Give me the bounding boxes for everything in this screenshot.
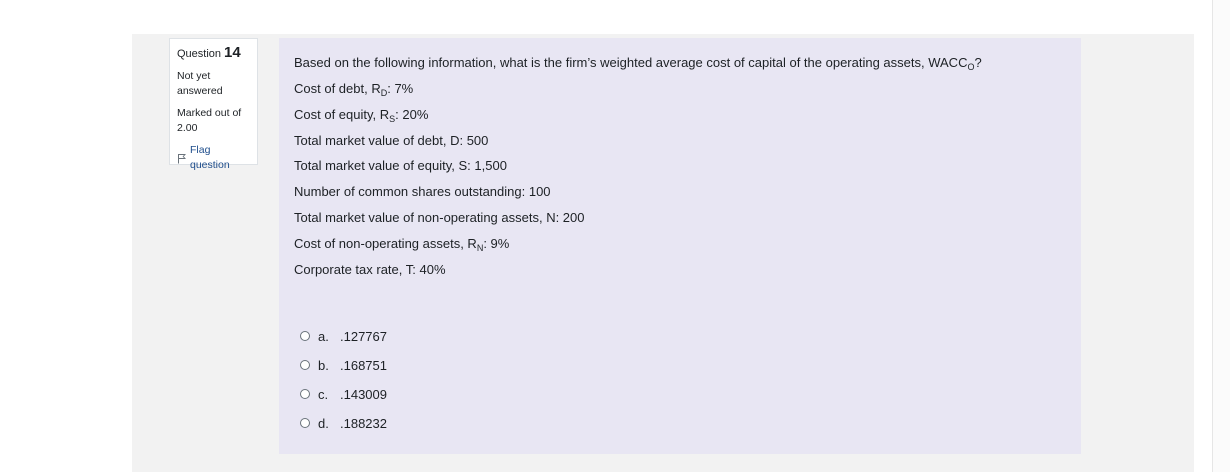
answer-option-d[interactable]: d. .188232 — [300, 415, 387, 431]
question-number-value: 14 — [224, 44, 241, 61]
radio-button-b[interactable] — [300, 360, 310, 370]
info-line-shares-outstanding: Number of common shares outstanding: 100 — [294, 184, 1081, 200]
info-line-market-value-debt: Total market value of debt, D: 500 — [294, 133, 1081, 149]
info-line-suffix: : 9% — [483, 235, 510, 251]
answer-option-c[interactable]: c. .143009 — [300, 386, 387, 402]
answer-option-b[interactable]: b. .168751 — [300, 357, 387, 373]
info-line-cost-non-operating: Cost of non-operating assets, RN: 9% — [294, 235, 1081, 253]
question-text-main: Based on the following information, what… — [294, 55, 968, 70]
info-line-text: Number of common shares outstanding: 100 — [294, 184, 551, 200]
radio-button-c[interactable] — [300, 389, 310, 399]
question-state: Not yet answered — [177, 69, 251, 99]
answer-value[interactable]: .168751 — [340, 358, 387, 373]
answer-options: a. .127767 b. .168751 c. .143009 d. .188… — [300, 328, 387, 444]
answer-value[interactable]: .127767 — [340, 329, 387, 344]
state-line-1: Not yet — [177, 70, 211, 82]
info-line-cost-of-equity: Cost of equity, RS: 20% — [294, 106, 1081, 124]
info-line-suffix: : 20% — [395, 106, 429, 122]
question-grade: Marked out of 2.00 — [177, 106, 251, 136]
info-line-text: Cost of non-operating assets, R — [294, 235, 477, 251]
grade-line-1: Marked out of — [177, 107, 242, 119]
question-label: Question — [177, 48, 222, 60]
answer-letter: b. — [318, 357, 329, 373]
answer-option-a[interactable]: a. .127767 — [300, 328, 387, 344]
grade-line-2: 2.00 — [177, 122, 198, 134]
question-text: Based on the following information, what… — [294, 55, 1081, 72]
flag-icon — [177, 153, 187, 164]
info-line-text: Corporate tax rate, T: 40% — [294, 261, 446, 277]
question-formulation: Based on the following information, what… — [279, 38, 1081, 454]
state-line-2: answered — [177, 85, 223, 97]
vertical-scrollbar[interactable] — [1212, 0, 1230, 472]
answer-value[interactable]: .143009 — [340, 387, 387, 402]
info-line-text: Cost of debt, R — [294, 81, 381, 96]
info-line-tax-rate: Corporate tax rate, T: 40% — [294, 262, 1081, 278]
answer-letter: a. — [318, 328, 329, 344]
answer-letter: d. — [318, 415, 329, 431]
info-line-text: Total market value of equity, S: 1,500 — [294, 158, 507, 174]
question-info-panel: Question 14 Not yet answered Marked out o… — [169, 38, 258, 171]
radio-button-a[interactable] — [300, 331, 310, 341]
radio-button-d[interactable] — [300, 418, 310, 428]
flag-question-link[interactable]: Flag question — [177, 143, 251, 173]
question-text-end: ? — [974, 55, 982, 70]
info-line-text: Cost of equity, R — [294, 106, 390, 122]
question-number: Question 14 — [177, 45, 251, 62]
answer-value[interactable]: .188232 — [340, 416, 387, 431]
info-line-text: Total market value of non-operating asse… — [294, 209, 585, 225]
info-line-non-operating-assets: Total market value of non-operating asse… — [294, 210, 1081, 226]
info-line-market-value-equity: Total market value of equity, S: 1,500 — [294, 158, 1081, 174]
answer-letter: c. — [318, 386, 329, 402]
info-line-cost-of-debt: Cost of debt, RD: 7% — [294, 81, 1081, 98]
info-line-text: Total market value of debt, D: 500 — [294, 132, 489, 148]
info-line-suffix: : 7% — [387, 81, 414, 96]
flag-question-label[interactable]: Flag question — [190, 143, 251, 173]
